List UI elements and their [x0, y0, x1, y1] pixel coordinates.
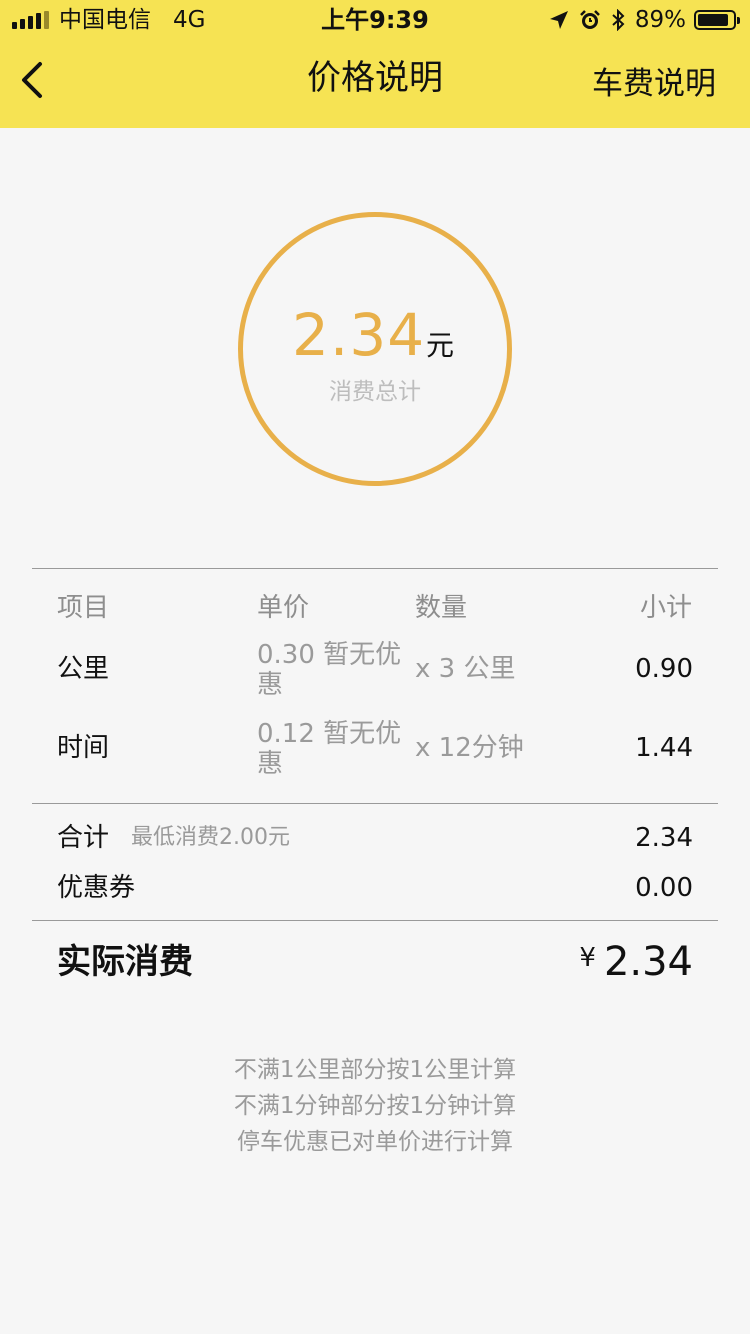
table-middle-divider	[32, 803, 718, 804]
row-item-time: 时间	[57, 733, 110, 763]
fare-explanation-link[interactable]: 车费说明	[592, 62, 716, 106]
battery-icon	[694, 10, 740, 30]
fare-notes: 不满1公里部分按1公里计算 不满1分钟部分按1分钟计算 停车优惠已对单价进行计算	[0, 1052, 750, 1160]
actual-cost-label: 实际消费	[57, 942, 193, 982]
total-amount: 2.34	[292, 301, 426, 369]
coupon-value: 0.00	[635, 873, 693, 903]
battery-percent: 89%	[634, 7, 686, 33]
header-subtotal: 小计	[639, 593, 692, 623]
note-line: 不满1分钟部分按1分钟计算	[233, 1093, 517, 1119]
actual-cost-value: ¥2.34	[579, 938, 693, 986]
bluetooth-icon	[611, 9, 625, 31]
nav-bar: 价格说明 车费说明	[0, 40, 750, 128]
coupon-label: 优惠券	[57, 873, 136, 903]
row-subtotal-time: 1.44	[635, 733, 693, 763]
yen-symbol: ¥	[579, 943, 596, 973]
total-unit: 元	[426, 329, 455, 362]
alarm-icon	[579, 9, 601, 31]
header-item: 项目	[57, 593, 110, 623]
row-item-distance: 公里	[57, 654, 110, 684]
status-bar: 中国电信 4G 上午9:39 89%	[0, 0, 750, 40]
note-line: 停车优惠已对单价进行计算	[237, 1129, 513, 1155]
row-unit-price-distance: 0.30 暂无优惠	[257, 640, 402, 700]
note-line: 不满1公里部分按1公里计算	[233, 1057, 517, 1083]
sum-label: 合计	[57, 823, 110, 853]
row-quantity-time: x 12分钟	[415, 733, 524, 763]
header-quantity: 数量	[415, 593, 468, 623]
header-unit-price: 单价	[257, 593, 310, 623]
actual-cost-amount: 2.34	[603, 939, 693, 985]
status-right: 89%	[549, 6, 740, 34]
table-top-divider	[32, 568, 718, 569]
table-bottom-divider	[32, 920, 718, 921]
minimum-charge-note: 最低消费2.00元	[131, 825, 290, 850]
sum-value: 2.34	[635, 823, 693, 853]
location-arrow-icon	[549, 10, 569, 30]
row-quantity-distance: x 3 公里	[415, 654, 516, 684]
total-label: 消费总计	[329, 379, 421, 405]
row-unit-price-time: 0.12 暂无优惠	[257, 719, 402, 779]
row-subtotal-distance: 0.90	[635, 654, 693, 684]
